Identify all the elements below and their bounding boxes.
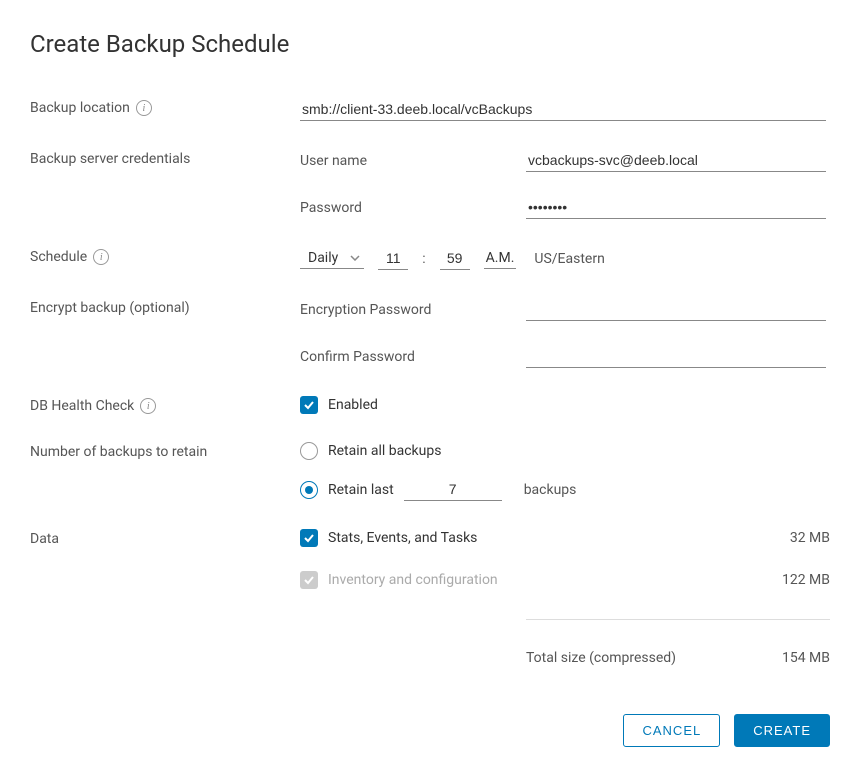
schedule-row: Schedule i Daily : A.M. US/Eastern	[30, 247, 830, 270]
timezone-label: US/Eastern	[534, 251, 604, 267]
retain-all-label: Retain all backups	[328, 443, 441, 459]
page-title: Create Backup Schedule	[30, 30, 830, 58]
frequency-select[interactable]: Daily	[300, 248, 364, 269]
data-row: Data Stats, Events, and Tasks 32 MB Inve…	[30, 529, 830, 666]
stats-size: 32 MB	[790, 530, 830, 546]
db-health-label: DB Health Check	[30, 398, 134, 414]
encryption-password-label: Encryption Password	[300, 302, 526, 318]
inventory-label: Inventory and configuration	[328, 572, 498, 588]
create-button[interactable]: CREATE	[734, 714, 830, 747]
credentials-row: Backup server credentials User name Pass…	[30, 149, 830, 219]
encryption-password-input[interactable]	[526, 298, 826, 321]
backup-location-row: Backup location i	[30, 98, 830, 121]
minute-input[interactable]	[440, 247, 470, 270]
frequency-value: Daily	[308, 250, 338, 266]
retain-all-radio[interactable]	[300, 442, 318, 460]
retain-count-input[interactable]	[404, 478, 502, 501]
info-icon[interactable]: i	[140, 398, 156, 414]
inventory-checkbox	[300, 571, 318, 589]
retain-last-prefix: Retain last	[328, 482, 394, 498]
username-input[interactable]	[526, 149, 826, 172]
encrypt-label: Encrypt backup (optional)	[30, 300, 190, 316]
db-health-checkbox[interactable]	[300, 396, 318, 414]
retain-label: Number of backups to retain	[30, 444, 207, 460]
total-label: Total size (compressed)	[526, 650, 676, 666]
divider	[526, 619, 830, 620]
password-label: Password	[300, 200, 526, 216]
time-colon: :	[422, 251, 425, 267]
retain-last-radio[interactable]	[300, 481, 318, 499]
backup-location-input[interactable]	[300, 98, 826, 121]
backup-location-label: Backup location	[30, 100, 130, 116]
username-label: User name	[300, 153, 526, 169]
stats-label: Stats, Events, and Tasks	[328, 530, 477, 546]
encrypt-row: Encrypt backup (optional) Encryption Pas…	[30, 298, 830, 368]
hour-input[interactable]	[378, 247, 408, 270]
stats-checkbox[interactable]	[300, 529, 318, 547]
ampm-select[interactable]: A.M.	[484, 248, 517, 269]
credentials-label: Backup server credentials	[30, 151, 190, 167]
schedule-label: Schedule	[30, 249, 87, 265]
retain-last-suffix: backups	[524, 482, 577, 498]
retain-row: Number of backups to retain Retain all b…	[30, 442, 830, 501]
confirm-password-label: Confirm Password	[300, 349, 526, 365]
button-row: CANCEL CREATE	[30, 714, 830, 747]
db-health-row: DB Health Check i Enabled	[30, 396, 830, 414]
chevron-down-icon	[350, 253, 360, 263]
password-input[interactable]	[526, 196, 826, 219]
confirm-password-input[interactable]	[526, 345, 826, 368]
db-health-enabled-label: Enabled	[328, 397, 378, 413]
info-icon[interactable]: i	[136, 100, 152, 116]
info-icon[interactable]: i	[93, 249, 109, 265]
total-size: 154 MB	[782, 650, 830, 666]
cancel-button[interactable]: CANCEL	[623, 714, 720, 747]
inventory-size: 122 MB	[782, 572, 830, 588]
data-label: Data	[30, 531, 59, 547]
